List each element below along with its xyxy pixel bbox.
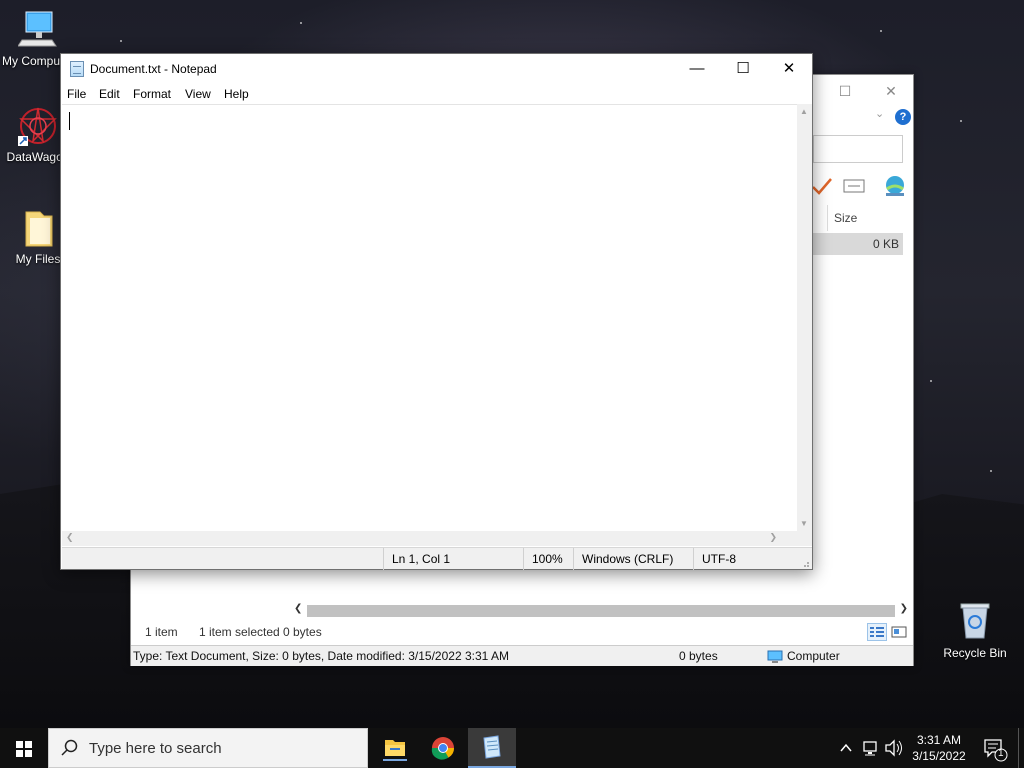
menu-file[interactable]: File bbox=[67, 87, 86, 101]
scroll-left-icon[interactable]: ❮ bbox=[294, 603, 302, 614]
monitor-icon bbox=[767, 646, 783, 666]
start-button[interactable] bbox=[0, 728, 48, 768]
taskbar-clock[interactable]: 3:31 AM 3/15/2022 bbox=[906, 732, 972, 764]
taskbar-notepad[interactable] bbox=[468, 728, 516, 768]
network-icon bbox=[863, 741, 877, 756]
horizontal-scrollbar[interactable]: ❮ ❯ bbox=[291, 603, 911, 619]
show-hidden-icons-button[interactable] bbox=[838, 728, 854, 768]
taskbar-file-explorer[interactable] bbox=[371, 728, 419, 768]
search-icon bbox=[61, 739, 78, 756]
large-icons-view-button[interactable] bbox=[889, 623, 909, 641]
status-position: Ln 1, Col 1 bbox=[383, 548, 523, 570]
network-button[interactable] bbox=[862, 728, 880, 768]
notepad-window: Document.txt - Notepad — ☐ ✕ File Edit F… bbox=[60, 53, 813, 570]
maximize-button[interactable]: ☐ bbox=[720, 54, 766, 84]
volume-icon bbox=[885, 739, 902, 757]
email-icon[interactable] bbox=[843, 175, 865, 197]
globe-icon[interactable] bbox=[883, 175, 905, 197]
status-size: 0 bytes bbox=[679, 649, 718, 663]
menu-edit[interactable]: Edit bbox=[99, 87, 120, 101]
minimize-button[interactable]: — bbox=[674, 54, 720, 84]
items-count: 1 item bbox=[145, 625, 178, 639]
recycle-bin-label: Recycle Bin bbox=[943, 646, 1007, 660]
taskbar-search-box[interactable]: Type here to search bbox=[48, 728, 368, 768]
clock-time: 3:31 AM bbox=[916, 733, 962, 747]
close-button[interactable]: ✕ bbox=[881, 81, 901, 101]
checkmark-icon[interactable] bbox=[811, 175, 833, 197]
recycle-bin-icon bbox=[958, 600, 992, 640]
window-title: Document.txt - Notepad bbox=[90, 62, 217, 76]
scrollbar-corner bbox=[797, 531, 812, 546]
computer-icon bbox=[17, 10, 58, 50]
scroll-right-icon[interactable]: ❯ bbox=[900, 603, 908, 614]
selected-bytes: 0 bytes bbox=[283, 625, 322, 639]
action-center-button[interactable]: 1 bbox=[980, 728, 1010, 768]
status-type: Type: Text Document, Size: 0 bytes, Date… bbox=[133, 649, 509, 663]
notification-icon bbox=[984, 739, 1008, 762]
menu-bar: File Edit Format View Help bbox=[61, 84, 812, 104]
horizontal-scrollbar[interactable]: ❮ ❯ bbox=[62, 531, 797, 546]
windows-logo-icon bbox=[16, 741, 32, 757]
scroll-up-icon[interactable]: ▲ bbox=[800, 107, 808, 116]
menu-help[interactable]: Help bbox=[224, 87, 249, 101]
status-encoding: UTF-8 bbox=[693, 548, 797, 570]
vertical-scrollbar[interactable]: ▲ ▼ bbox=[797, 104, 812, 531]
chevron-down-icon[interactable]: ⌄ bbox=[875, 107, 884, 120]
show-desktop-button[interactable] bbox=[1018, 728, 1024, 768]
chrome-icon bbox=[431, 737, 454, 760]
search-placeholder: Type here to search bbox=[89, 740, 222, 757]
datawagon-icon bbox=[18, 106, 58, 146]
search-box[interactable] bbox=[813, 135, 903, 163]
status-bar: Type: Text Document, Size: 0 bytes, Date… bbox=[131, 645, 913, 666]
menu-format[interactable]: Format bbox=[133, 87, 171, 101]
status-line-ending: Windows (CRLF) bbox=[573, 548, 693, 570]
status-zoom: 100% bbox=[523, 548, 573, 570]
status-bar: Ln 1, Col 1 100% Windows (CRLF) UTF-8 bbox=[62, 547, 812, 570]
taskbar-chrome[interactable] bbox=[419, 728, 467, 768]
text-caret bbox=[69, 112, 70, 130]
help-icon[interactable]: ? bbox=[895, 109, 911, 125]
scroll-right-icon[interactable]: ❯ bbox=[769, 532, 777, 543]
menu-view[interactable]: View bbox=[185, 87, 211, 101]
close-button[interactable]: ✕ bbox=[766, 54, 812, 84]
notification-count: 1 bbox=[998, 748, 1004, 759]
text-editor-area[interactable] bbox=[62, 104, 797, 531]
desktop-icon-recycle-bin[interactable]: Recycle Bin bbox=[940, 600, 1010, 660]
scrollbar-thumb[interactable] bbox=[307, 605, 895, 617]
items-selected: 1 item selected bbox=[199, 625, 280, 639]
taskbar: Type here to search 3:31 AM 3/15/2022 1 bbox=[0, 728, 1024, 768]
status-location: Computer bbox=[787, 649, 840, 663]
clock-date: 3/15/2022 bbox=[912, 749, 966, 763]
scroll-down-icon[interactable]: ▼ bbox=[800, 519, 808, 528]
column-header-size[interactable]: Size bbox=[827, 205, 907, 231]
resize-grip-icon[interactable] bbox=[800, 557, 810, 567]
notepad-icon bbox=[70, 61, 84, 77]
details-view-button[interactable] bbox=[867, 623, 887, 641]
file-explorer-icon bbox=[383, 740, 407, 761]
file-size-cell[interactable]: 0 KB bbox=[813, 233, 903, 255]
chevron-up-icon bbox=[840, 743, 852, 752]
volume-button[interactable] bbox=[884, 728, 904, 768]
scroll-left-icon[interactable]: ❮ bbox=[66, 532, 74, 543]
folder-icon bbox=[18, 208, 58, 248]
info-bar: 1 item 1 item selected 0 bytes bbox=[131, 621, 913, 643]
maximize-button[interactable]: ☐ bbox=[835, 81, 855, 101]
title-bar[interactable]: Document.txt - Notepad — ☐ ✕ bbox=[61, 54, 812, 84]
notepad-icon bbox=[483, 735, 501, 759]
